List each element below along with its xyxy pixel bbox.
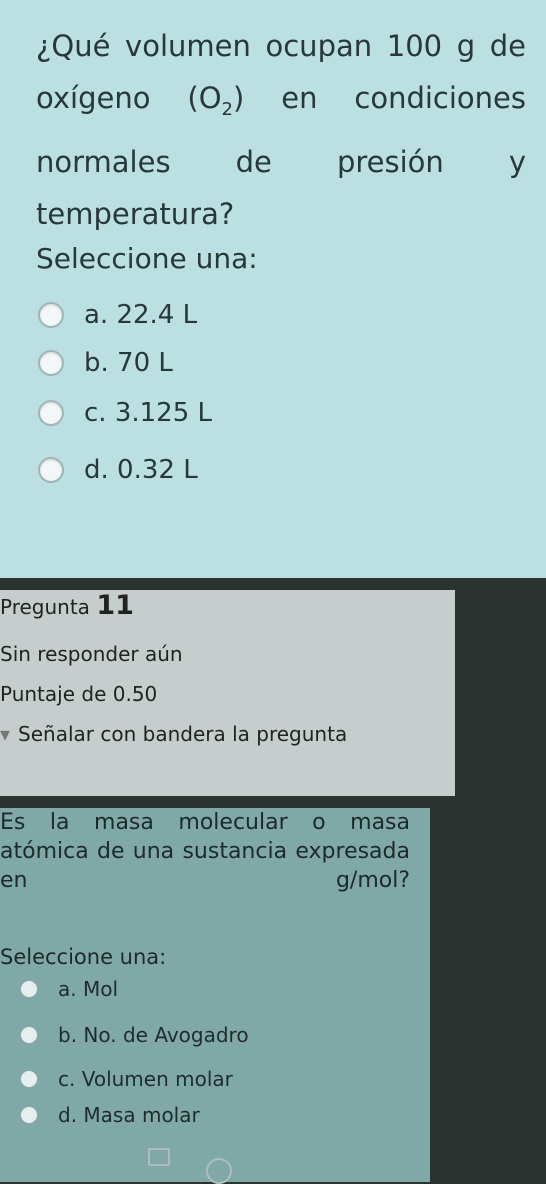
radio-button[interactable] xyxy=(38,302,64,328)
square-icon[interactable] xyxy=(148,1148,170,1166)
circle-icon[interactable] xyxy=(206,1158,232,1184)
option-d[interactable]: d. 0.32 L xyxy=(38,450,198,490)
select-label: Seleccione una: xyxy=(36,242,258,275)
question-1-text: ¿Qué volumen ocupan 100 g de oxígeno (O2… xyxy=(36,29,526,231)
option-b[interactable]: b. No. de Avogadro xyxy=(20,1020,249,1050)
radio-button[interactable] xyxy=(20,1106,38,1124)
option-label: b. 70 L xyxy=(84,348,173,378)
question-1-card: ¿Qué volumen ocupan 100 g de oxígeno (O2… xyxy=(0,0,546,578)
option-c[interactable]: c. Volumen molar xyxy=(20,1064,233,1094)
select-label: Seleccione una: xyxy=(0,945,167,969)
question-info-panel: Pregunta 11 Sin responder aún Puntaje de… xyxy=(0,590,455,796)
points-label: Puntaje de 0.50 xyxy=(0,682,158,706)
flag-question-link[interactable]: ▾ Señalar con bandera la pregunta xyxy=(0,722,347,746)
question-number: Pregunta 11 xyxy=(0,590,134,621)
answer-status: Sin responder aún xyxy=(0,642,183,666)
option-b[interactable]: b. 70 L xyxy=(38,343,173,383)
option-label: c. 3.125 L xyxy=(84,398,213,428)
option-label: a. 22.4 L xyxy=(84,300,198,330)
option-label: b. No. de Avogadro xyxy=(58,1023,249,1047)
option-label: c. Volumen molar xyxy=(58,1067,233,1091)
option-a[interactable]: a. Mol xyxy=(20,974,118,1004)
option-d[interactable]: d. Masa molar xyxy=(20,1100,200,1130)
option-label: d. Masa molar xyxy=(58,1103,200,1127)
formula: O2 xyxy=(198,81,233,120)
option-label: a. Mol xyxy=(58,977,119,1001)
option-a[interactable]: a. 22.4 L xyxy=(38,295,197,335)
radio-button[interactable] xyxy=(38,350,64,376)
question-2-card: Es la masa molecular o masa atómica de u… xyxy=(0,808,430,1182)
question-2-text: Es la masa molecular o masa atómica de u… xyxy=(0,810,410,893)
radio-button[interactable] xyxy=(20,980,38,998)
option-c[interactable]: c. 3.125 L xyxy=(38,393,212,433)
option-label: d. 0.32 L xyxy=(84,455,198,485)
radio-button[interactable] xyxy=(20,1026,38,1044)
radio-button[interactable] xyxy=(20,1070,38,1088)
radio-button[interactable] xyxy=(38,400,64,426)
flag-icon: ▾ xyxy=(0,722,11,746)
radio-button[interactable] xyxy=(38,457,64,483)
